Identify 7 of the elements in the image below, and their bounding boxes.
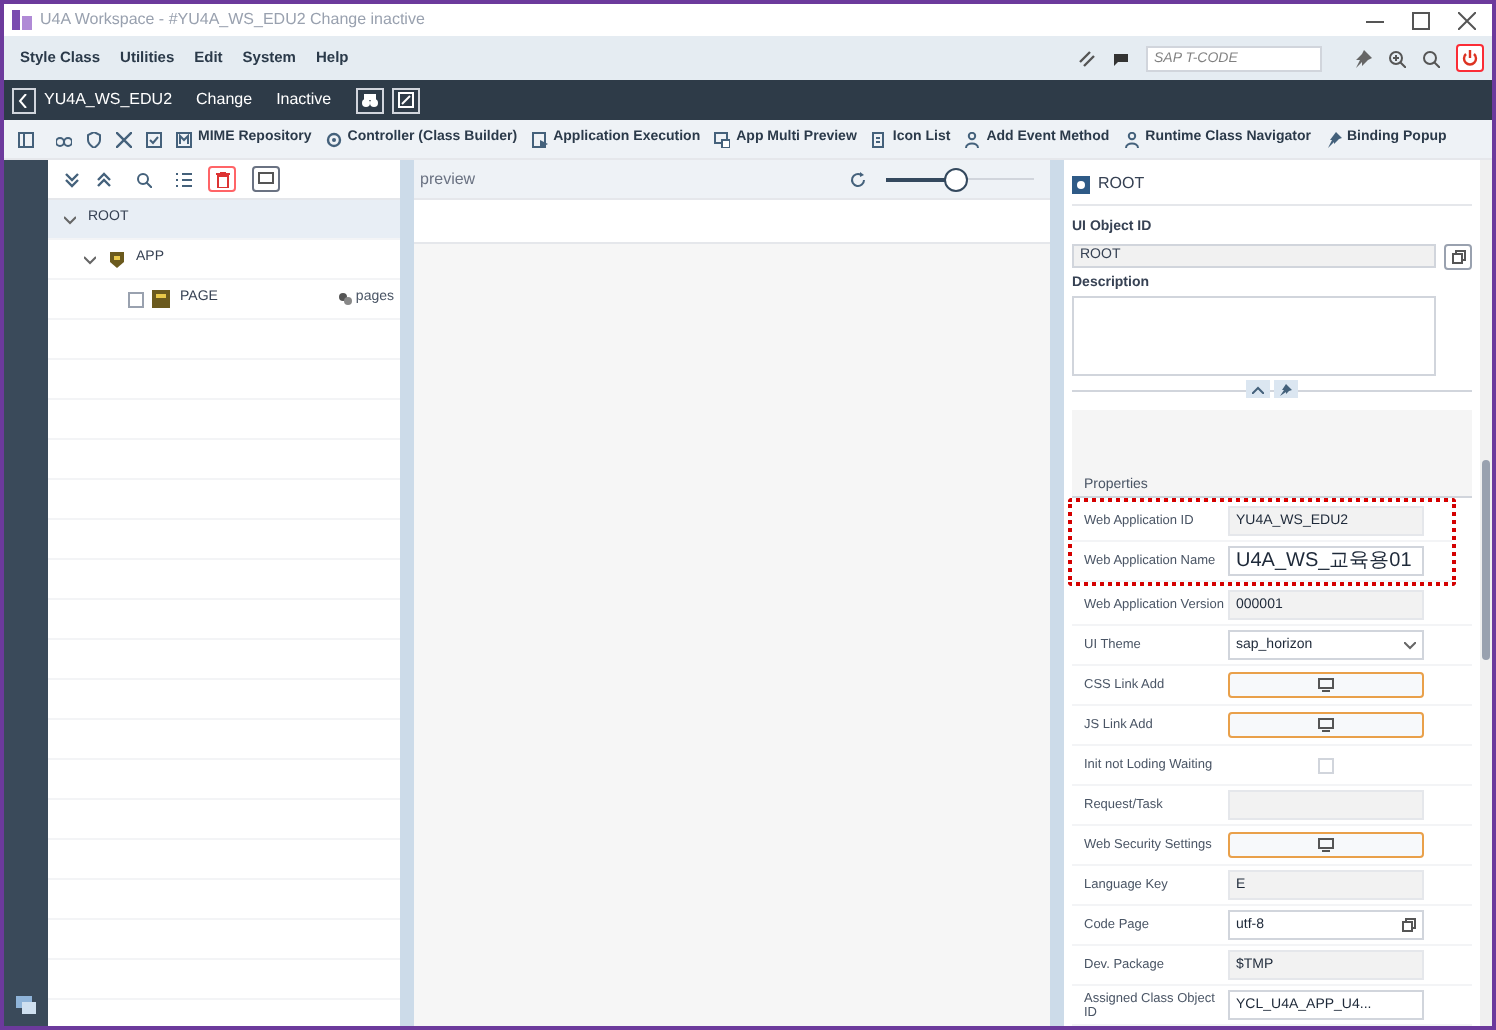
mode-label: Change bbox=[196, 88, 253, 112]
status-label: Inactive bbox=[276, 88, 332, 112]
panel-title: preview bbox=[420, 167, 476, 191]
application-name: YU4A_WS_EDU2 bbox=[44, 88, 173, 112]
input-field[interactable]: U4A_WS_교육용01 bbox=[1228, 546, 1424, 576]
panel-title: ROOT bbox=[1098, 172, 1145, 197]
window-title: U4A Workspace - #YU4A_WS_EDU2 Change inactive bbox=[40, 8, 425, 32]
